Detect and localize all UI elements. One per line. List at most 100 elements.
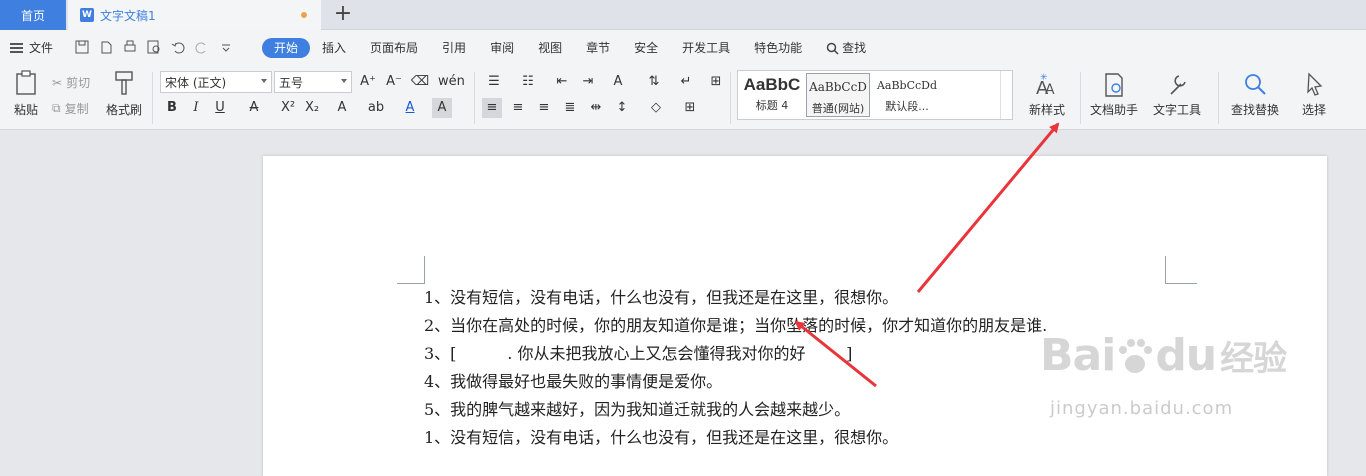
style-preview: AaBbC bbox=[743, 75, 801, 94]
new-tab-button[interactable]: + bbox=[330, 2, 356, 28]
show-marks-icon[interactable]: ↵ bbox=[676, 72, 696, 92]
save-icon[interactable] bbox=[74, 39, 90, 55]
print-preview-icon[interactable] bbox=[146, 39, 162, 55]
format-painter-button[interactable]: 格式刷 bbox=[104, 70, 144, 118]
strikethrough-icon[interactable]: A bbox=[244, 98, 264, 118]
highlight-icon[interactable]: ab bbox=[366, 98, 386, 118]
numbered-list-icon[interactable]: ☷ bbox=[518, 72, 538, 92]
tab-special-features[interactable]: 特色功能 bbox=[742, 38, 814, 58]
clear-format-icon[interactable]: ⌫ bbox=[410, 72, 430, 92]
font-family-select[interactable]: 宋体 (正文) bbox=[160, 71, 272, 93]
find-replace-button[interactable]: 查找替换 bbox=[1226, 72, 1284, 118]
paragraph: 1、没有短信，没有电话，什么也没有，但我还是在这里，很想你。 bbox=[424, 428, 899, 447]
copy-button[interactable]: ⧉ 复制 bbox=[52, 100, 89, 117]
text-tools-button[interactable]: 文字工具 bbox=[1148, 72, 1206, 118]
copy-label: 复制 bbox=[64, 102, 89, 116]
customize-toolbar-icon[interactable] bbox=[218, 39, 234, 55]
cut-label: 剪切 bbox=[66, 76, 91, 90]
align-center-icon[interactable]: ≡ bbox=[508, 98, 528, 118]
italic-icon[interactable]: I bbox=[186, 98, 206, 118]
line-spacing-icon[interactable]: ↕ bbox=[612, 98, 632, 118]
underline-icon[interactable]: U bbox=[210, 98, 230, 118]
format-painter-icon bbox=[115, 71, 133, 95]
style-heading-4[interactable]: AaBbC 标题 4 bbox=[740, 73, 804, 117]
subscript-icon[interactable]: X₂ bbox=[302, 98, 322, 118]
search-icon bbox=[826, 42, 839, 55]
style-name: 普通(网站) bbox=[811, 102, 865, 115]
paragraph: 3、[ . 你从未把我放心上又怎会懂得我对你的好 ] bbox=[424, 344, 853, 363]
text-effect-icon[interactable]: A bbox=[332, 98, 352, 118]
tab-home[interactable]: 首页 bbox=[0, 0, 66, 30]
chevron-down-icon bbox=[341, 79, 347, 83]
font-size-select[interactable]: 五号 bbox=[274, 71, 352, 93]
select-button[interactable]: 选择 bbox=[1294, 72, 1334, 118]
paragraph-shading-icon[interactable]: ◇ bbox=[646, 98, 666, 118]
text-direction-icon[interactable]: A bbox=[608, 72, 628, 92]
unsaved-dot-icon bbox=[301, 12, 307, 18]
style-name: 标题 4 bbox=[755, 99, 789, 112]
align-right-icon[interactable]: ≡ bbox=[534, 98, 554, 118]
tab-review[interactable]: 审阅 bbox=[478, 38, 526, 58]
font-color-icon[interactable]: A bbox=[400, 98, 420, 118]
watermark-url: jingyan.baidu.com bbox=[1050, 398, 1234, 419]
bullet-list-icon[interactable]: ☰ bbox=[484, 72, 504, 92]
cut-button[interactable]: ✂ 剪切 bbox=[52, 74, 90, 91]
redo-icon[interactable] bbox=[194, 39, 210, 55]
table-grid-icon[interactable]: ⊞ bbox=[706, 72, 726, 92]
tab-security[interactable]: 安全 bbox=[622, 38, 670, 58]
style-default-paragraph[interactable]: AaBbCcDd 默认段... bbox=[872, 73, 942, 117]
new-style-button[interactable]: A A ✳ 新样式 bbox=[1022, 72, 1072, 118]
ribbon-toolbar: 粘贴 ✂ 剪切 ⧉ 复制 格式刷 宋体 (正文) 五号 A⁺ A⁻ ⌫ wén B … bbox=[0, 66, 1366, 130]
tab-references[interactable]: 引用 bbox=[430, 38, 478, 58]
file-menu-button[interactable]: 文件 bbox=[10, 39, 53, 56]
sort-icon[interactable]: ⇅ bbox=[644, 72, 664, 92]
document-body[interactable]: 1、没有短信，没有电话，什么也没有，但我还是在这里，很想你。 2、当你在高处的时… bbox=[424, 284, 1047, 452]
tab-chapter[interactable]: 章节 bbox=[574, 38, 622, 58]
paragraph: 5、我的脾气越来越好，因为我知道迁就我的人会越来越少。 bbox=[424, 400, 851, 419]
style-normal-web[interactable]: AaBbCcD 普通(网站) bbox=[806, 73, 870, 117]
new-style-label: 新样式 bbox=[1028, 103, 1065, 117]
increase-indent-icon[interactable]: ⇥ bbox=[578, 72, 598, 92]
font-shrink-icon[interactable]: A⁻ bbox=[384, 72, 404, 92]
bold-icon[interactable]: B bbox=[162, 98, 182, 118]
tab-insert[interactable]: 插入 bbox=[310, 38, 358, 58]
character-shading-icon[interactable]: A bbox=[432, 98, 452, 118]
superscript-icon[interactable]: X² bbox=[278, 98, 298, 118]
tab-page-layout[interactable]: 页面布局 bbox=[358, 38, 430, 58]
undo-icon[interactable] bbox=[170, 39, 186, 55]
format-painter-label: 格式刷 bbox=[105, 103, 142, 117]
magnifier-icon bbox=[1245, 74, 1266, 95]
baidu-jingyan-watermark: Bai du 经验 jingyan.baidu.com bbox=[1040, 330, 1300, 440]
tab-view[interactable]: 视图 bbox=[526, 38, 574, 58]
align-left-icon[interactable]: ≡ bbox=[482, 98, 502, 118]
text-tools-label: 文字工具 bbox=[1152, 103, 1201, 117]
tab-bar: 首页 W 文字文稿1 + bbox=[0, 0, 1366, 30]
distributed-align-icon[interactable]: ⇹ bbox=[586, 98, 606, 118]
decrease-indent-icon[interactable]: ⇤ bbox=[552, 72, 572, 92]
font-grow-icon[interactable]: A⁺ bbox=[358, 72, 378, 92]
divider bbox=[730, 72, 731, 124]
justify-icon[interactable]: ≣ bbox=[560, 98, 580, 118]
search-command-label: 查找 bbox=[842, 41, 867, 55]
pinyin-guide-icon[interactable]: wén bbox=[438, 72, 465, 92]
print-icon[interactable] bbox=[122, 39, 138, 55]
font-family-value: 宋体 (正文) bbox=[165, 75, 227, 90]
divider bbox=[474, 72, 475, 124]
paragraph: 1、没有短信，没有电话，什么也没有，但我还是在这里，很想你。 bbox=[424, 288, 899, 307]
find-replace-label: 查找替换 bbox=[1230, 103, 1279, 117]
paste-button[interactable]: 粘贴 bbox=[8, 70, 44, 118]
tab-document[interactable]: W 文字文稿1 bbox=[68, 0, 321, 30]
borders-icon[interactable]: ⊞ bbox=[680, 98, 700, 118]
document-assistant-label: 文档助手 bbox=[1089, 103, 1138, 117]
style-preview: AaBbCcDd bbox=[876, 79, 938, 92]
document-assistant-button[interactable]: 文档助手 bbox=[1088, 72, 1140, 118]
tab-start[interactable]: 开始 bbox=[262, 38, 311, 58]
export-icon[interactable] bbox=[98, 39, 114, 55]
ribbon-tabs: 开始 插入 页面布局 引用 审阅 视图 章节 安全 开发工具 特色功能 查找 bbox=[262, 38, 878, 58]
tab-developer[interactable]: 开发工具 bbox=[670, 38, 742, 58]
search-command-button[interactable]: 查找 bbox=[814, 38, 878, 58]
watermark-brand-suffix: du bbox=[1155, 330, 1217, 381]
styles-scrollbar[interactable] bbox=[1000, 71, 1012, 119]
clipboard-icon bbox=[16, 70, 36, 95]
chevron-down-icon bbox=[261, 79, 267, 83]
